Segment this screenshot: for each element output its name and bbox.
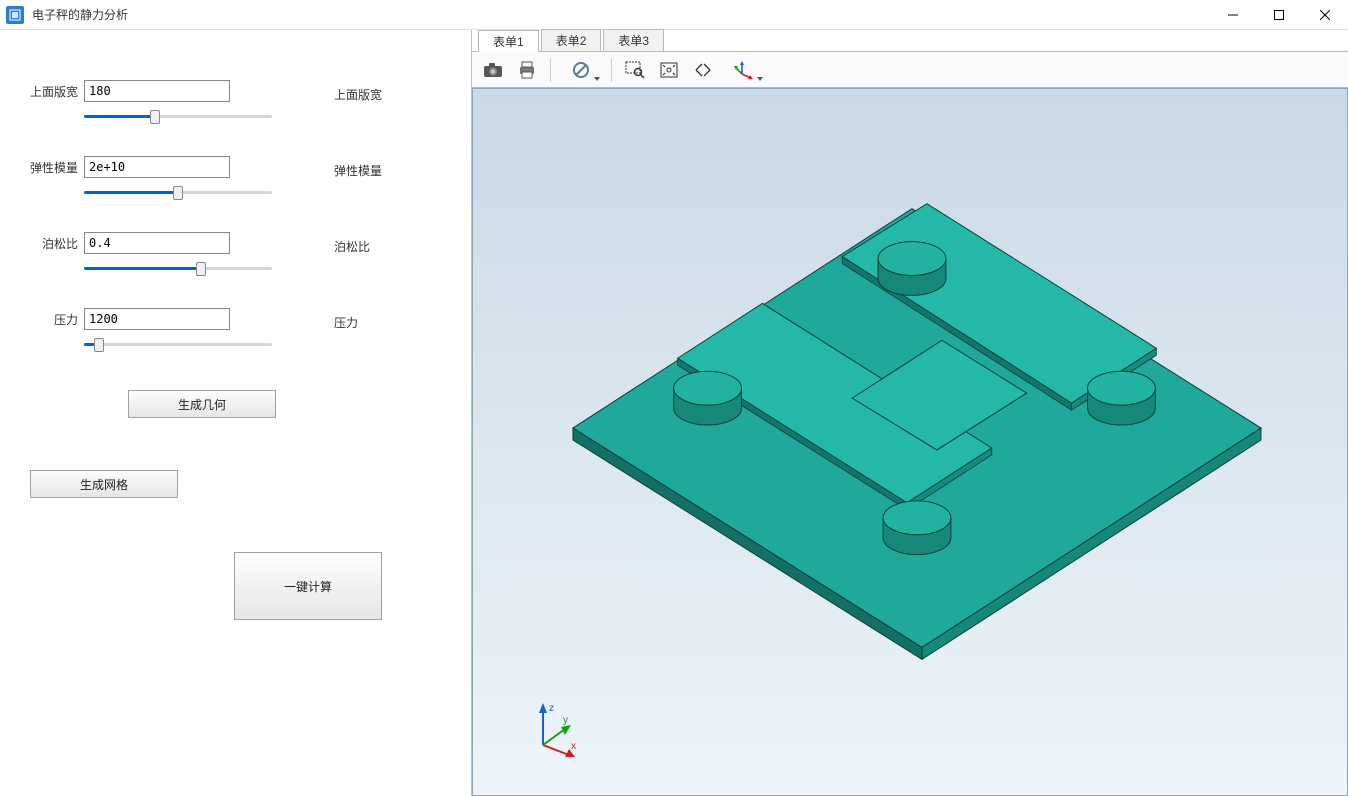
generate-geometry-button[interactable]: 生成几何 — [128, 390, 276, 418]
param-slider-poisson[interactable] — [84, 260, 272, 278]
param-slider-modulus[interactable] — [84, 184, 272, 202]
axis-triad: z x y — [523, 699, 583, 759]
param-right-label: 弹性模量 — [304, 156, 382, 179]
tab-form-3[interactable]: 表单3 — [603, 29, 664, 51]
no-symbol-icon[interactable] — [559, 56, 603, 84]
param-right-label: 压力 — [304, 308, 358, 331]
param-input-width[interactable] — [84, 80, 230, 102]
tab-form-2[interactable]: 表单2 — [541, 29, 602, 51]
axis-x-label: x — [571, 741, 576, 752]
param-row-pressure: 压力 压力 — [24, 308, 447, 354]
param-label: 弹性模量 — [24, 159, 80, 176]
maximize-button[interactable] — [1256, 0, 1302, 30]
window-title: 电子秤的静力分析 — [30, 6, 128, 23]
param-input-poisson[interactable] — [84, 232, 230, 254]
parameter-panel: 上面版宽 上面版宽弹性模量 弹性模量泊松比 泊松比压力 压力 生成几何 生成网格 一键计… — [0, 30, 472, 796]
param-label: 上面版宽 — [24, 83, 80, 100]
zoom-extents-icon[interactable] — [688, 56, 718, 84]
minimize-button[interactable] — [1210, 0, 1256, 30]
axis-z-label: z — [549, 703, 554, 714]
param-right-label: 泊松比 — [304, 232, 370, 255]
viewport-toolbar — [472, 52, 1348, 88]
tab-form-1[interactable]: 表单1 — [478, 30, 539, 52]
zoom-window-icon[interactable] — [620, 56, 650, 84]
param-row-poisson: 泊松比 泊松比 — [24, 232, 447, 278]
viewport-3d[interactable]: z x y — [472, 88, 1348, 796]
fit-view-icon[interactable] — [654, 56, 684, 84]
param-right-label: 上面版宽 — [304, 80, 382, 103]
param-label: 泊松比 — [24, 235, 80, 252]
param-input-modulus[interactable] — [84, 156, 230, 178]
one-click-calc-button[interactable]: 一键计算 — [234, 552, 382, 620]
param-row-modulus: 弹性模量 弹性模量 — [24, 156, 447, 202]
axis-y-label: y — [563, 715, 568, 726]
param-slider-width[interactable] — [84, 108, 272, 126]
toolbar-separator — [550, 58, 551, 82]
right-panel: 表单1表单2表单3 — [472, 30, 1348, 796]
close-button[interactable] — [1302, 0, 1348, 30]
param-label: 压力 — [24, 311, 80, 328]
generate-mesh-button[interactable]: 生成网格 — [30, 470, 178, 498]
param-row-width: 上面版宽 上面版宽 — [24, 80, 447, 126]
titlebar: 电子秤的静力分析 — [0, 0, 1348, 30]
param-input-pressure[interactable] — [84, 308, 230, 330]
model-geometry — [473, 89, 1347, 795]
param-slider-pressure[interactable] — [84, 336, 272, 354]
tabs-row: 表单1表单2表单3 — [472, 30, 1348, 52]
axes-icon[interactable] — [722, 56, 766, 84]
camera-icon[interactable] — [478, 56, 508, 84]
app-icon — [6, 6, 24, 24]
toolbar-separator — [611, 58, 612, 82]
print-icon[interactable] — [512, 56, 542, 84]
